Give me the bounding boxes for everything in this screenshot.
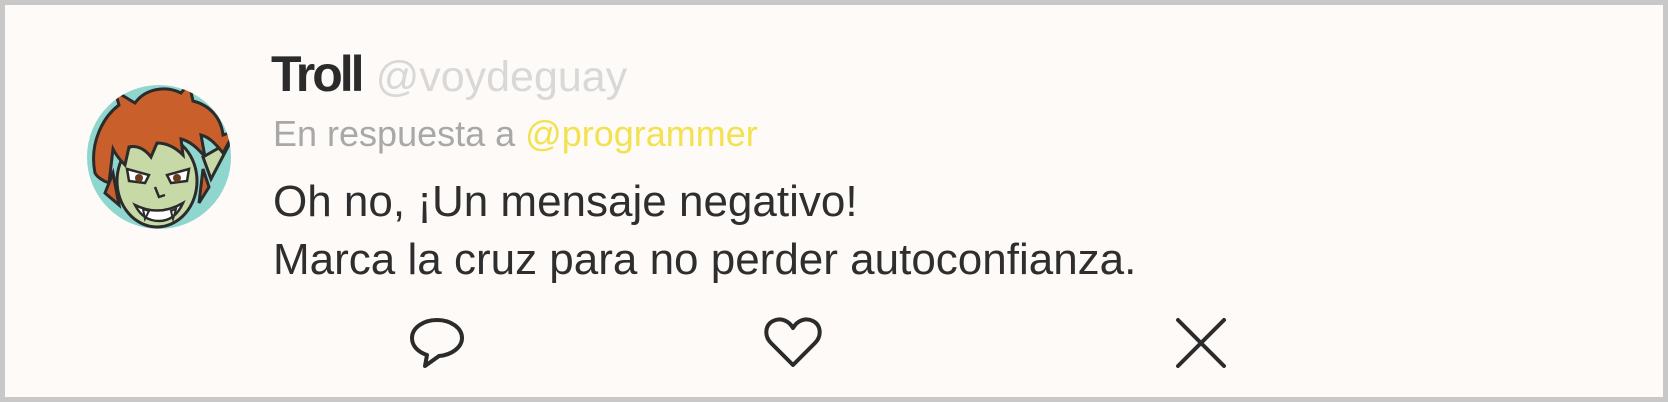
tweet-header: Troll @voydeguay [271, 45, 627, 105]
heart-icon [764, 317, 822, 367]
close-icon [1176, 318, 1226, 368]
avatar[interactable] [85, 83, 233, 231]
tweet-text-line-1: Oh no, ¡Un mensaje negativo! [273, 177, 858, 226]
reply-prefix: En respuesta a [273, 113, 516, 154]
troll-avatar-image [87, 85, 231, 229]
dismiss-button[interactable] [1171, 313, 1231, 373]
tweet-card: Troll @voydeguay En respuesta a @programm… [0, 0, 1668, 402]
tweet-text: Oh no, ¡Un mensaje negativo! Marca la cr… [273, 173, 1136, 289]
reply-context: En respuesta a @programmer [273, 113, 758, 155]
author-handle[interactable]: @voydeguay [376, 53, 628, 102]
tweet-text-line-2: Marca la cruz para no perder autoconfian… [273, 235, 1137, 284]
reply-mention-link[interactable]: @programmer [525, 113, 758, 154]
like-button[interactable] [763, 313, 823, 373]
reply-button[interactable] [407, 313, 467, 373]
author-name[interactable]: Troll [271, 45, 365, 103]
speech-bubble-icon [410, 318, 464, 368]
